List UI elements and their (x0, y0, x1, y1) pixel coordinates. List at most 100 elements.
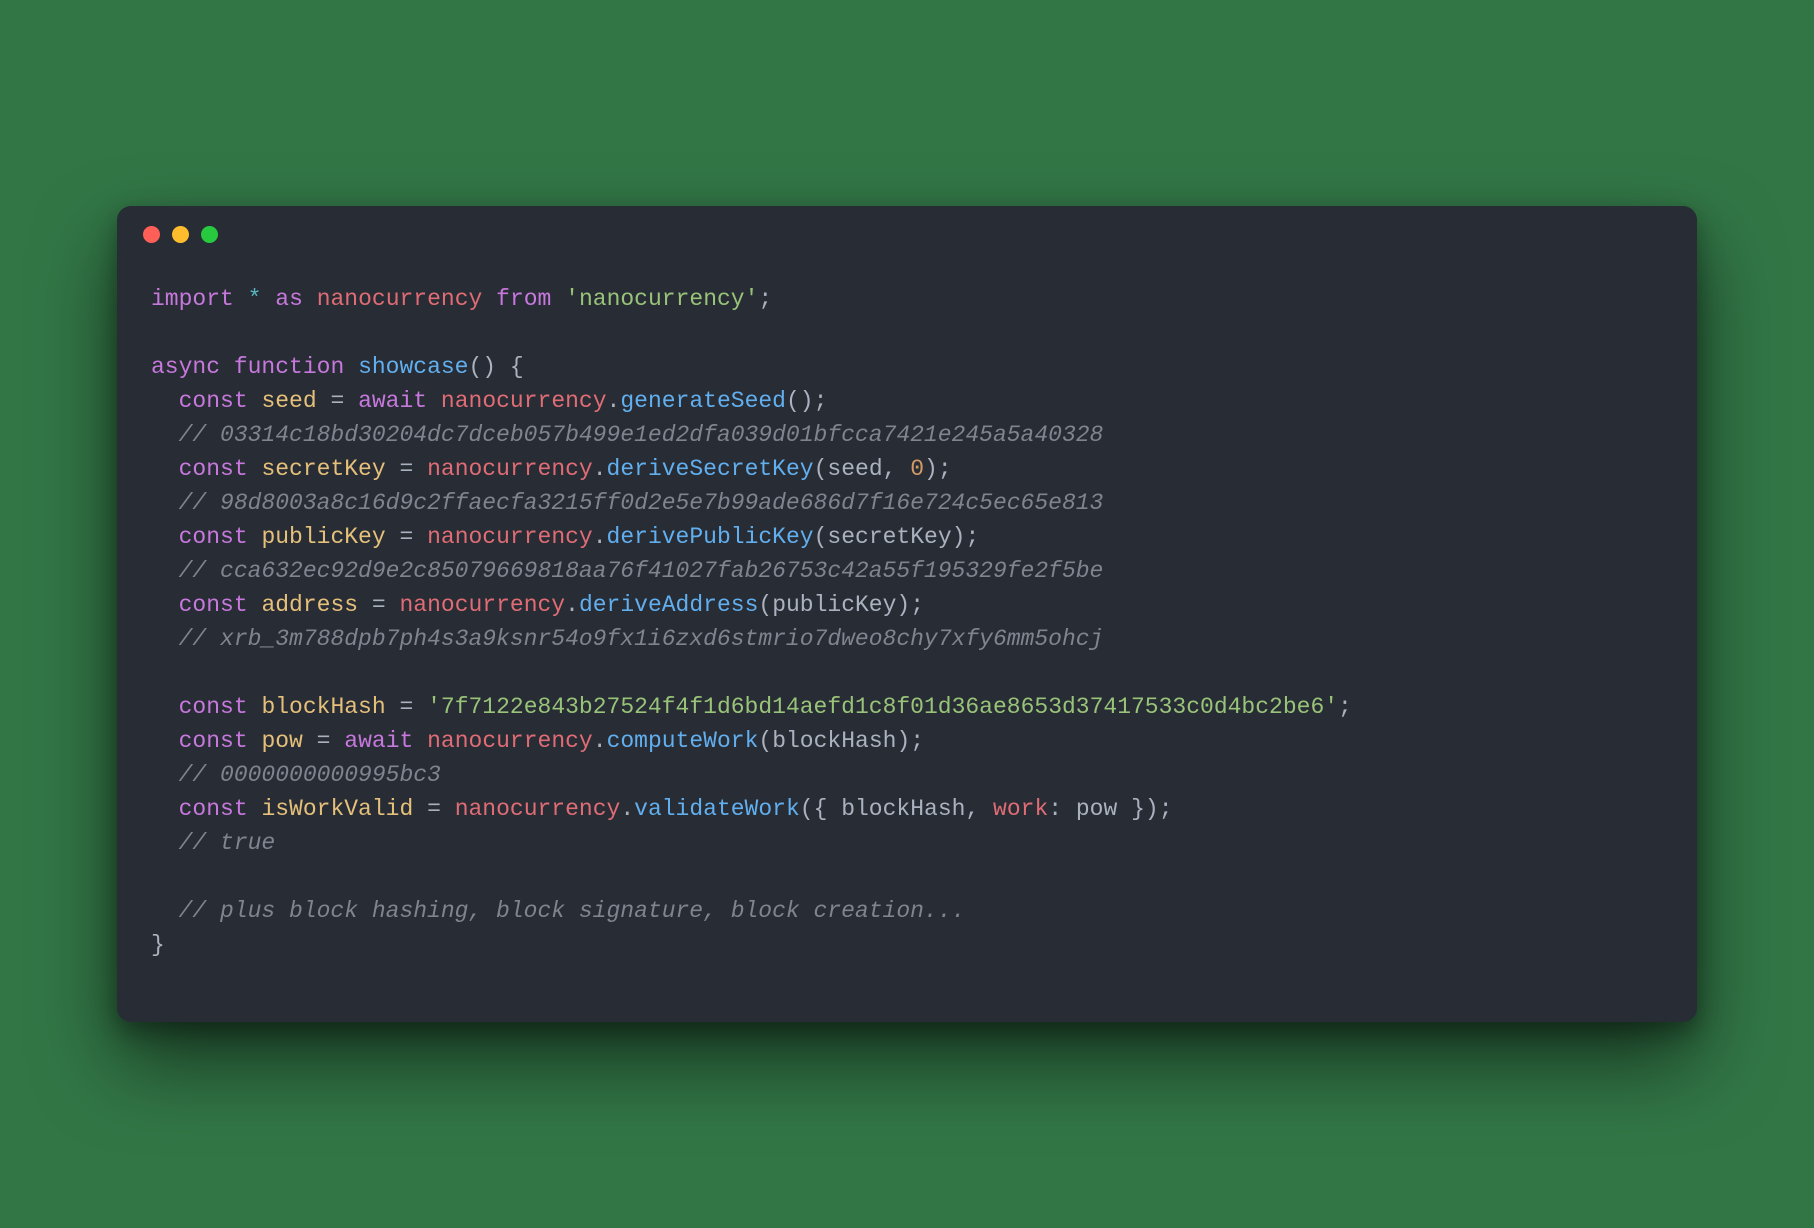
code-token: ; (1338, 694, 1352, 720)
code-token: . (593, 456, 607, 482)
code-token: }); (1117, 796, 1172, 822)
code-token: const (179, 592, 248, 618)
code-token: blockHash (772, 728, 896, 754)
stage: import * as nanocurrency from 'nanocurre… (0, 0, 1814, 1228)
code-token: // cca632ec92d9e2c85079669818aa76f41027f… (179, 558, 1104, 584)
code-token: '7f7122e843b27524f4f1d6bd14aefd1c8f01d36… (427, 694, 1338, 720)
code-token: deriveSecretKey (607, 456, 814, 482)
code-token: ( (814, 524, 828, 550)
code-token: computeWork (607, 728, 759, 754)
code-token: // xrb_3m788dpb7ph4s3a9ksnr54o9fx1i6zxd6… (179, 626, 1104, 652)
code-token (303, 286, 317, 312)
code-token: work (993, 796, 1048, 822)
code-token: . (620, 796, 634, 822)
code-token: ( (758, 592, 772, 618)
code-token: nanocurrency (427, 524, 593, 550)
minimize-icon[interactable] (172, 226, 189, 243)
code-line: // true (151, 826, 1663, 860)
code-token: . (593, 524, 607, 550)
code-line: const blockHash = '7f7122e843b27524f4f1d… (151, 690, 1663, 724)
code-token: = (413, 796, 454, 822)
code-token: = (386, 524, 427, 550)
code-token (551, 286, 565, 312)
code-token: ( (758, 728, 772, 754)
code-token: = (386, 694, 427, 720)
code-token: async (151, 354, 220, 380)
code-token: = (303, 728, 344, 754)
code-token: blockHash (841, 796, 965, 822)
code-token: const (179, 456, 248, 482)
code-token: () { (468, 354, 523, 380)
code-token: await (344, 728, 413, 754)
code-token (344, 354, 358, 380)
close-icon[interactable] (143, 226, 160, 243)
code-token: from (496, 286, 551, 312)
code-line: const seed = await nanocurrency.generate… (151, 384, 1663, 418)
code-token: import (151, 286, 234, 312)
code-token: secretKey (261, 456, 385, 482)
code-token: derivePublicKey (607, 524, 814, 550)
code-token (248, 524, 262, 550)
code-token: await (358, 388, 427, 414)
code-token: ( (814, 456, 828, 482)
code-token: . (607, 388, 621, 414)
code-token: // 0000000000995bc3 (179, 762, 441, 788)
code-line: const address = nanocurrency.deriveAddre… (151, 588, 1663, 622)
code-token: nanocurrency (455, 796, 621, 822)
code-line: // plus block hashing, block signature, … (151, 894, 1663, 928)
code-window: import * as nanocurrency from 'nanocurre… (117, 206, 1697, 1022)
code-token: const (179, 728, 248, 754)
code-token: const (179, 796, 248, 822)
code-token: // plus block hashing, block signature, … (179, 898, 966, 924)
code-line: import * as nanocurrency from 'nanocurre… (151, 282, 1663, 316)
code-token: function (234, 354, 344, 380)
code-token: deriveAddress (579, 592, 758, 618)
code-token (248, 592, 262, 618)
code-line: // 03314c18bd30204dc7dceb057b499e1ed2dfa… (151, 418, 1663, 452)
code-token: secretKey (827, 524, 951, 550)
code-token: // 03314c18bd30204dc7dceb057b499e1ed2dfa… (179, 422, 1104, 448)
code-token: ({ (800, 796, 841, 822)
code-token: const (179, 388, 248, 414)
code-line: // 0000000000995bc3 (151, 758, 1663, 792)
code-token (261, 286, 275, 312)
code-token: isWorkValid (261, 796, 413, 822)
code-token: nanocurrency (441, 388, 607, 414)
code-token: pow (1076, 796, 1117, 822)
code-token: pow (261, 728, 302, 754)
code-token (482, 286, 496, 312)
code-token: * (248, 286, 262, 312)
zoom-icon[interactable] (201, 226, 218, 243)
code-token: showcase (358, 354, 468, 380)
code-line: const publicKey = nanocurrency.derivePub… (151, 520, 1663, 554)
code-line: async function showcase() { (151, 350, 1663, 384)
code-token: , (965, 796, 993, 822)
code-token: = (317, 388, 358, 414)
code-token (413, 728, 427, 754)
code-token (248, 456, 262, 482)
code-token: generateSeed (620, 388, 786, 414)
code-token: as (275, 286, 303, 312)
code-token: ); (896, 728, 924, 754)
code-token: publicKey (261, 524, 385, 550)
code-token: const (179, 694, 248, 720)
code-line (151, 316, 1663, 350)
code-token: nanocurrency (427, 728, 593, 754)
code-token (427, 388, 441, 414)
code-token: nanocurrency (317, 286, 483, 312)
code-token: blockHash (261, 694, 385, 720)
code-token: address (261, 592, 358, 618)
code-line: const secretKey = nanocurrency.deriveSec… (151, 452, 1663, 486)
code-token (234, 286, 248, 312)
code-line (151, 860, 1663, 894)
code-token: = (358, 592, 399, 618)
code-token (220, 354, 234, 380)
code-token: 'nanocurrency' (565, 286, 758, 312)
code-token: . (565, 592, 579, 618)
code-token (248, 728, 262, 754)
code-token: } (151, 932, 165, 958)
code-line: const pow = await nanocurrency.computeWo… (151, 724, 1663, 758)
code-token: seed (827, 456, 882, 482)
code-token: . (593, 728, 607, 754)
code-line: // 98d8003a8c16d9c2ffaecfa3215ff0d2e5e7b… (151, 486, 1663, 520)
